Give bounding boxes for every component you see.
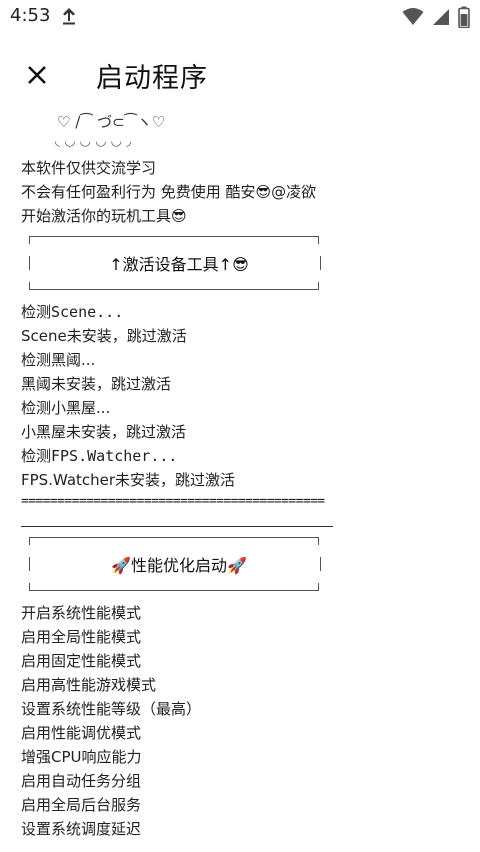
kaomoji-top-line: ♡ /⁀ づ⊂⁀ヽ♡ bbox=[57, 113, 166, 131]
page-title: 启动程序 bbox=[96, 63, 208, 94]
perf-log-line: 启用全局后台服务 bbox=[21, 796, 142, 814]
status-time: 4:53 bbox=[10, 5, 51, 26]
perf-log-line: 启用高性能游戏模式 bbox=[21, 676, 157, 694]
activate-device-tools-button[interactable]: ↑激活设备工具↑😎 bbox=[29, 236, 329, 290]
perf-log-line: 开启系统性能模式 bbox=[21, 604, 142, 622]
intro-line-1: 本软件仅供交流学习 bbox=[21, 159, 157, 177]
perf-log-line: 设置系统调度延迟 bbox=[21, 820, 142, 838]
close-icon[interactable] bbox=[22, 60, 52, 90]
intro-line-2: 不会有任何盈利行为 免费使用 酷安😎@凌欲 bbox=[21, 183, 317, 201]
perf-log-line: 启用全局性能模式 bbox=[21, 628, 142, 646]
upload-icon bbox=[63, 8, 75, 25]
divider-line bbox=[21, 526, 333, 527]
perf-log-line: 增强CPU响应能力 bbox=[21, 748, 142, 766]
log-line: Scene未安装，跳过激活 bbox=[21, 327, 187, 345]
app-bar: 启动程序 bbox=[0, 44, 480, 106]
log-line: 检测FPS.Watcher... bbox=[21, 447, 178, 465]
log-line: FPS.Watcher未安装，跳过激活 bbox=[21, 471, 236, 489]
perf-log-line: 启用自动任务分组 bbox=[21, 772, 142, 790]
status-bar: 4:53 bbox=[0, 0, 480, 34]
kaomoji-bottom-line: ◟ ◡ ◡ ◡ ◡ ◞ bbox=[55, 134, 132, 149]
performance-button-label: 🚀性能优化启动🚀 bbox=[111, 556, 247, 575]
log-content: ♡ /⁀ づ⊂⁀ヽ♡ ◟ ◡ ◡ ◡ ◡ ◞ 本软件仅供交流学习 不会有任何盈利… bbox=[21, 112, 461, 841]
perf-log-line: 设置系统性能等级（最高） bbox=[21, 700, 202, 718]
separator-equals: ========================================… bbox=[21, 494, 325, 509]
perf-log-line: 启用性能调优模式 bbox=[21, 724, 142, 742]
log-line: 检测小黑屋... bbox=[21, 399, 111, 417]
activate-button-label: ↑激活设备工具↑😎 bbox=[109, 255, 249, 274]
perf-log-line: 启用固定性能模式 bbox=[21, 652, 142, 670]
log-line: 检测黑阈... bbox=[21, 351, 96, 369]
status-icons bbox=[402, 6, 470, 28]
kaomoji-art: ♡ /⁀ づ⊂⁀ヽ♡ ◟ ◡ ◡ ◡ ◡ ◞ bbox=[55, 112, 461, 156]
signal-icon bbox=[433, 9, 449, 25]
log-line: 检测Scene... bbox=[21, 303, 124, 321]
log-line: 小黑屋未安装，跳过激活 bbox=[21, 423, 187, 441]
performance-optimize-button[interactable]: 🚀性能优化启动🚀 bbox=[29, 537, 329, 591]
log-line: 黑阈未安装，跳过激活 bbox=[21, 375, 172, 393]
intro-line-3: 开始激活你的玩机工具😎 bbox=[21, 207, 187, 225]
wifi-icon bbox=[402, 8, 424, 25]
battery-icon bbox=[458, 6, 470, 28]
